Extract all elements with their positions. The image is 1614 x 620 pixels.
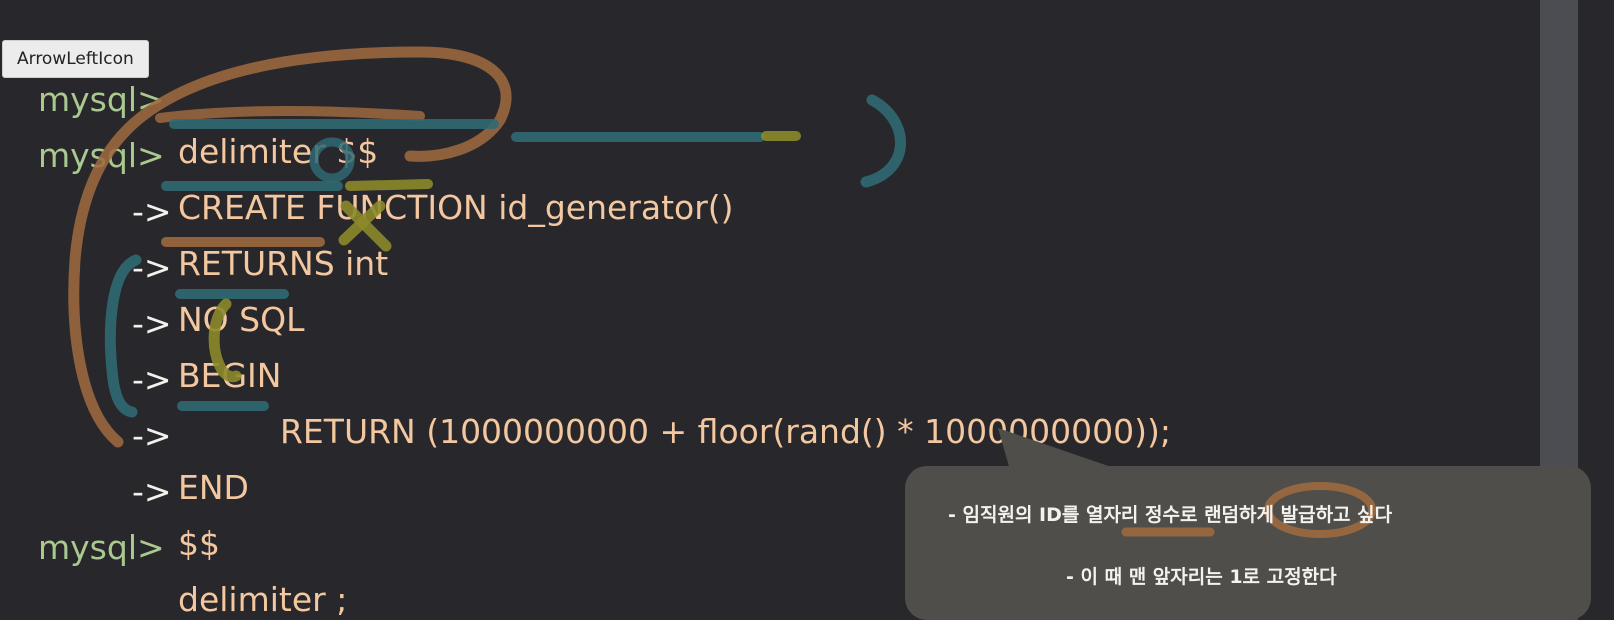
video-frame: mysql> delimiter $$ mysql> CREATE FUNCTI… <box>0 0 1614 620</box>
note-line-2: - 이 때 맨 앞자리는 1로 고정한다 <box>1066 566 1337 588</box>
arrow-left-tooltip: ArrowLeftIcon <box>2 40 149 78</box>
speech-bubble <box>905 466 1591 620</box>
note-line-1: - 임직원의 ID를 열자리 정수로 랜덤하게 발급하고 싶다 <box>948 504 1393 526</box>
